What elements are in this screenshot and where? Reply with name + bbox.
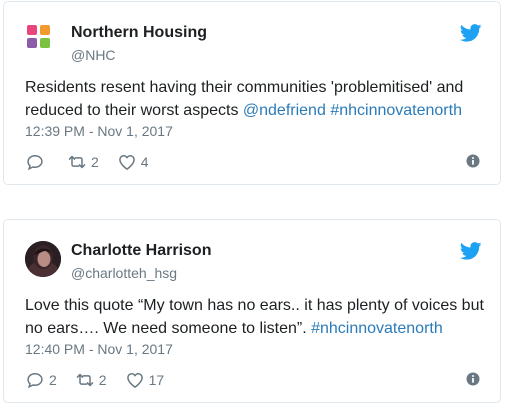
action-bar: 2 2 17	[25, 370, 182, 390]
reply-count: 2	[49, 372, 57, 388]
tweet-card[interactable]: Charlotte Harrison @charlotteh_hsg Love …	[3, 219, 501, 403]
info-icon[interactable]	[466, 154, 480, 168]
like-count: 17	[148, 372, 165, 388]
tweet-text: Love this quote “My town has no ears.. i…	[25, 294, 485, 340]
avatar[interactable]	[25, 23, 61, 59]
twitter-bird-icon[interactable]	[460, 24, 482, 42]
like-icon	[126, 373, 143, 388]
mention-link[interactable]: @ndefriend	[243, 102, 326, 119]
logo-square-green	[40, 38, 50, 48]
like-button[interactable]: 4	[117, 152, 149, 172]
retweet-count: 2	[98, 372, 107, 388]
logo-square-orange	[40, 25, 50, 35]
twitter-bird-icon[interactable]	[460, 242, 482, 260]
logo-square-purple	[27, 38, 37, 48]
author-name[interactable]: Northern Housing	[71, 24, 207, 42]
info-icon[interactable]	[466, 372, 480, 386]
reply-icon	[27, 372, 43, 389]
logo-square-pink	[27, 25, 37, 35]
author-handle[interactable]: @charlotteh_hsg	[71, 265, 177, 281]
reply-button[interactable]: 2	[25, 370, 57, 390]
retweet-button[interactable]: 2	[67, 152, 99, 172]
like-icon	[118, 155, 135, 170]
action-bar: 2 4	[25, 152, 167, 172]
timestamp[interactable]: 12:40 PM - Nov 1, 2017	[25, 341, 173, 357]
author-name[interactable]: Charlotte Harrison	[71, 242, 211, 260]
reply-button[interactable]	[25, 152, 49, 172]
author-handle[interactable]: @NHC	[71, 47, 116, 63]
retweet-icon	[76, 373, 94, 387]
avatar[interactable]	[25, 241, 61, 277]
like-button[interactable]: 17	[125, 370, 165, 390]
like-count: 4	[140, 154, 149, 170]
tweet-card[interactable]: Northern Housing @NHC Residents resent h…	[3, 1, 501, 185]
profile-photo	[25, 241, 61, 277]
retweet-count: 2	[91, 154, 99, 170]
retweet-button[interactable]: 2	[75, 370, 107, 390]
reply-icon	[27, 154, 43, 171]
tweet-text: Residents resent having their communitie…	[25, 76, 485, 122]
timestamp[interactable]: 12:39 PM - Nov 1, 2017	[25, 123, 173, 139]
hashtag-link[interactable]: #nhcinnovatenorth	[311, 320, 443, 337]
hashtag-link[interactable]: #nhcinnovatenorth	[330, 102, 462, 119]
retweet-icon	[68, 155, 86, 169]
